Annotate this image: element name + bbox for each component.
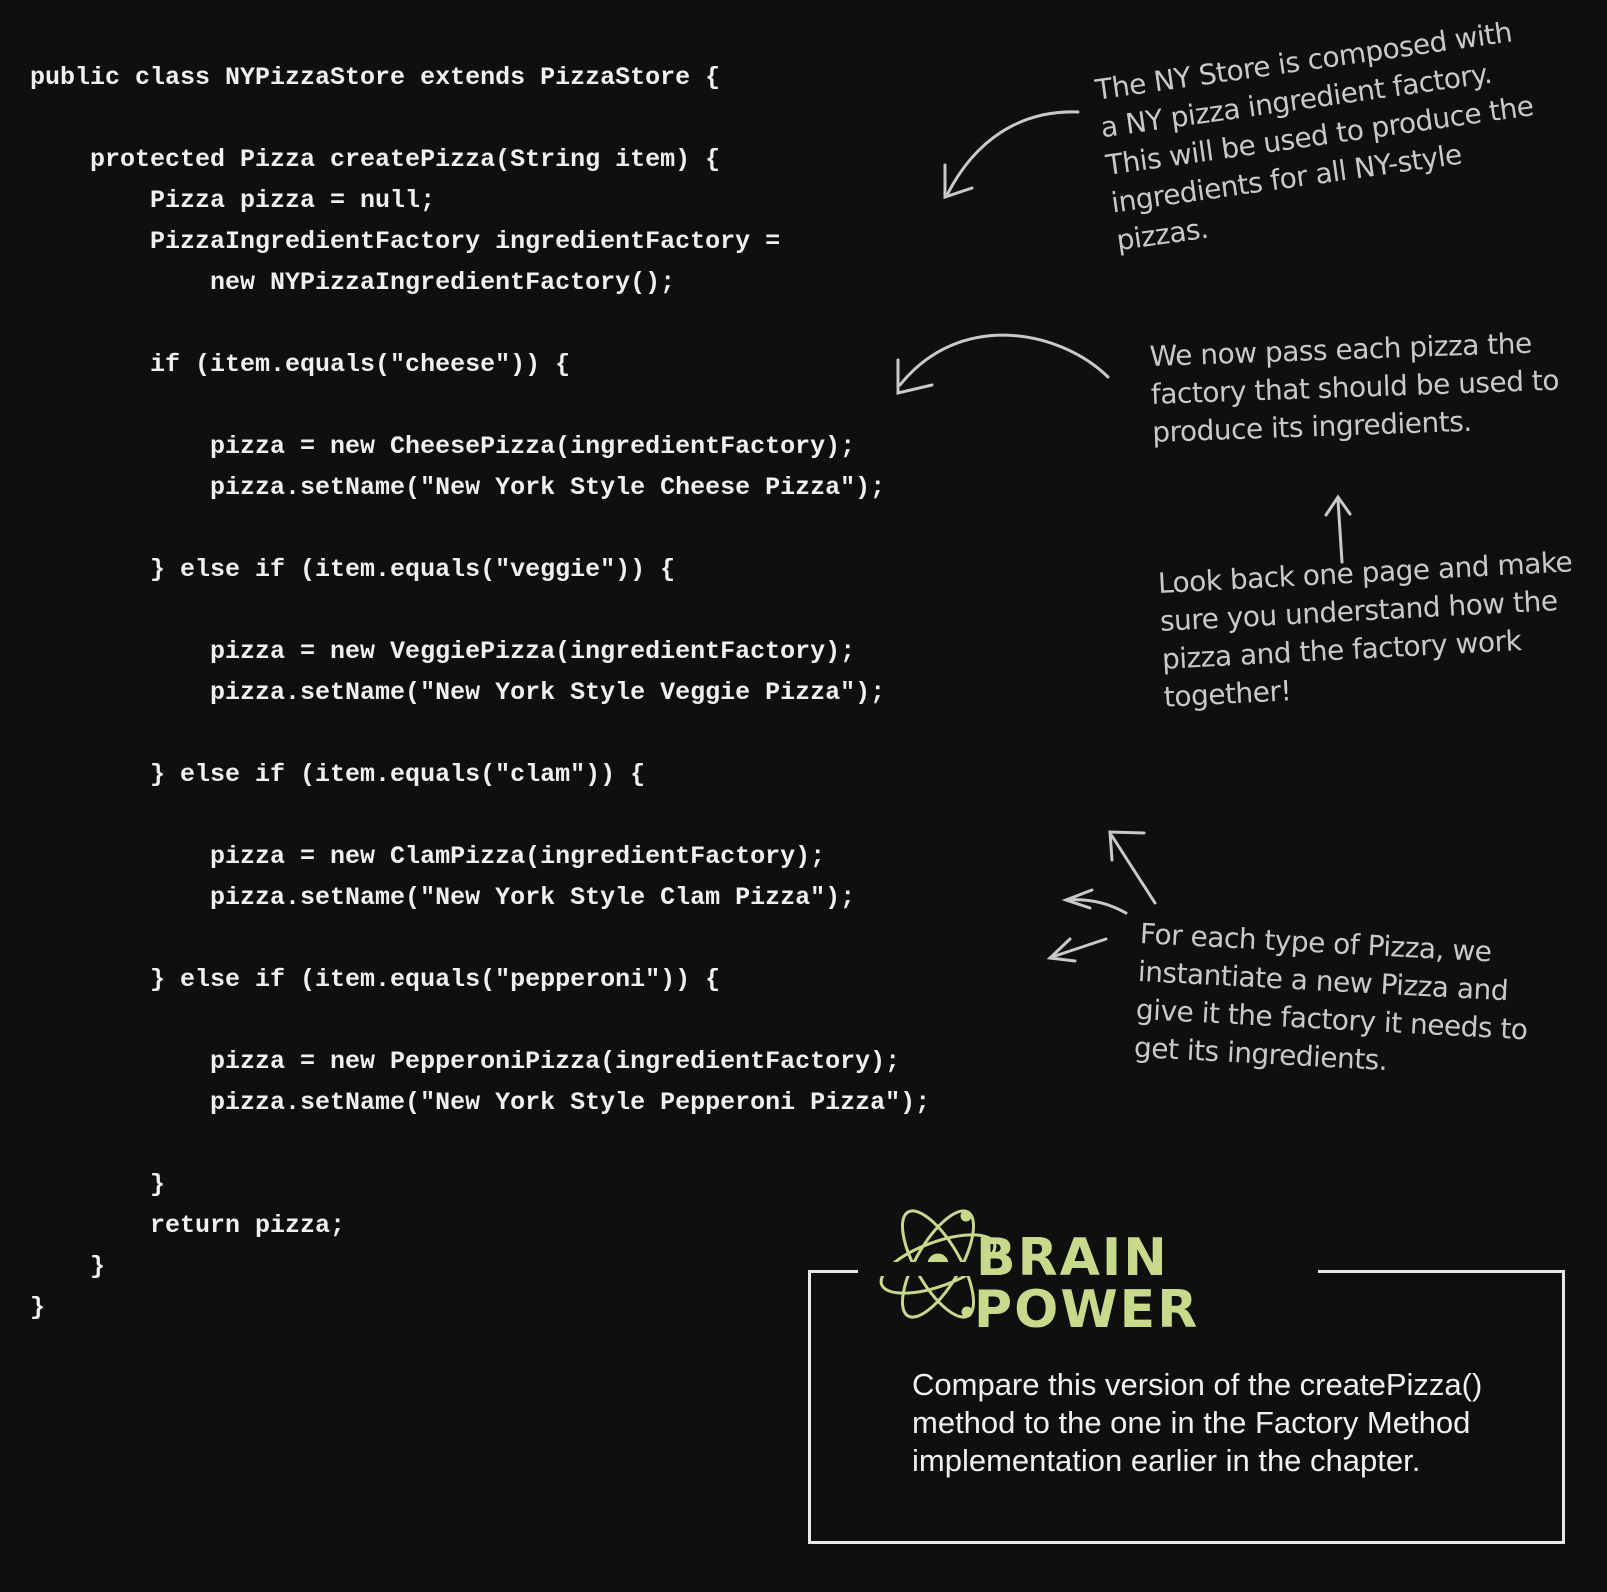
annotation-look-back: Look back one page and make sure you unde… — [1157, 543, 1579, 716]
annotation-pass-factory: We now pass each pizza the factory that s… — [1149, 324, 1561, 452]
brain-power-title: BRAIN POWER — [974, 1228, 1200, 1340]
annotation-each-type: For each type of Pizza, we instantiate a … — [1133, 915, 1532, 1087]
brain-power-text-line: Compare this version of the createPizza(… — [912, 1367, 1483, 1402]
brain-power-title-line1: BRAIN — [976, 1228, 1169, 1288]
arrowhead-each-1 — [1108, 830, 1146, 862]
arrow-look-back — [1336, 498, 1344, 564]
brain-power-text-line: implementation earlier in the chapter. — [912, 1443, 1421, 1478]
arrow-pass-factory — [898, 333, 1110, 387]
arrowhead-pass-factory — [896, 358, 934, 395]
arrow-composed — [945, 110, 1080, 197]
brain-power-text: Compare this version of the createPizza(… — [912, 1366, 1532, 1480]
brain-power-title-line2: POWER — [974, 1280, 1200, 1340]
brain-power-text-line: method to the one in the Factory Method — [912, 1405, 1471, 1440]
arrow-each-1 — [1110, 834, 1157, 905]
